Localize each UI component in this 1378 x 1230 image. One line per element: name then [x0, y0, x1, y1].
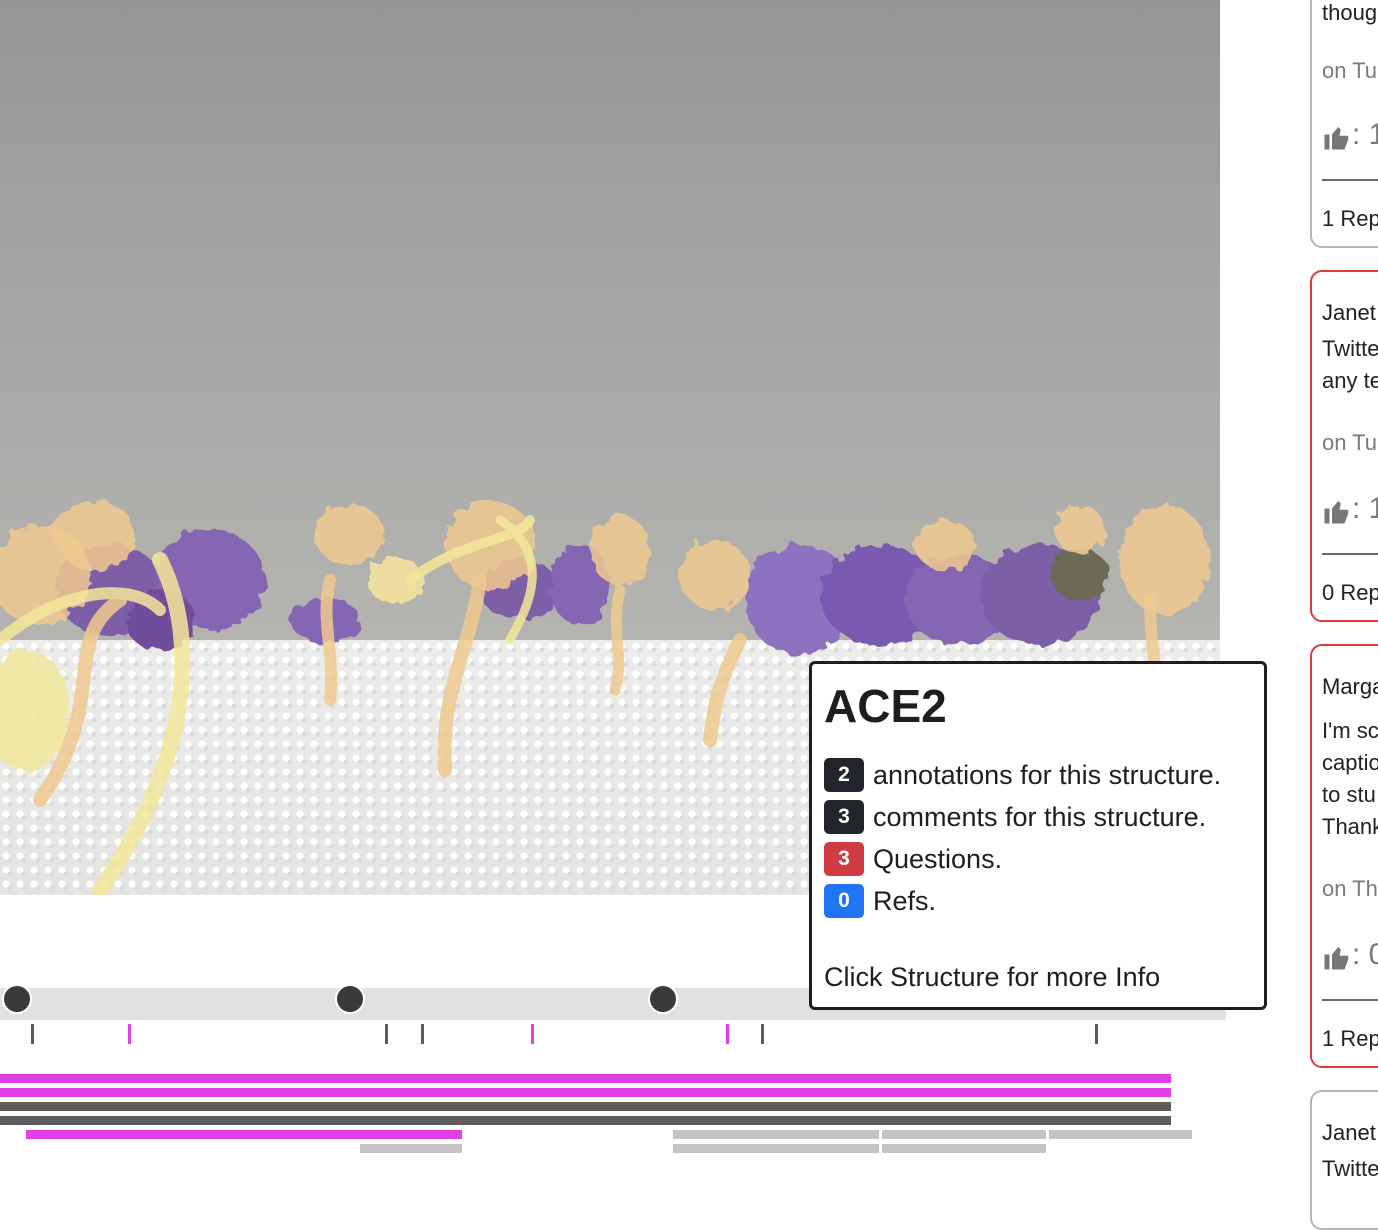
timeline-marker[interactable]	[2, 984, 32, 1014]
structure-info-popup: ACE2 2 annotations for this structure. 3…	[809, 661, 1267, 1010]
reference-span[interactable]	[882, 1144, 1046, 1153]
popup-hint: Click Structure for more Info	[824, 962, 1161, 992]
annotation-span[interactable]	[26, 1130, 462, 1139]
comment-date: on Tu	[1322, 58, 1378, 83]
comment-text: captio	[1322, 750, 1378, 775]
timeline-marker[interactable]	[335, 984, 365, 1014]
comment-tick[interactable]	[761, 1024, 764, 1044]
question-card[interactable]: Marga I'm sc captio to stu Thank on Th :…	[1310, 644, 1378, 1068]
reference-span[interactable]	[360, 1144, 462, 1153]
comment-text: Twitte	[1322, 336, 1378, 361]
comments-label: comments for this structure.	[873, 801, 1207, 832]
comment-span[interactable]	[0, 1116, 1171, 1125]
annotations-row: 2 annotations for this structure.	[824, 754, 1252, 796]
divider	[1322, 553, 1378, 555]
reference-span[interactable]	[1049, 1130, 1192, 1139]
comment-card[interactable]: Janet Twitte	[1310, 1090, 1378, 1230]
annotation-span[interactable]	[0, 1074, 1171, 1083]
comment-tick[interactable]	[31, 1024, 34, 1044]
replies-link[interactable]: 0 Rep	[1322, 580, 1378, 606]
comment-text: any te	[1322, 368, 1378, 393]
annotations-count-badge: 2	[824, 758, 864, 792]
questions-count-badge: 3	[824, 842, 864, 876]
question-card[interactable]: Janet Twitte any te on Tu : 1 0 Rep	[1310, 270, 1378, 622]
reference-span[interactable]	[673, 1130, 879, 1139]
questions-row: 3 Questions.	[824, 838, 1252, 880]
reference-span[interactable]	[673, 1144, 879, 1153]
comment-text: Twitte	[1322, 1156, 1378, 1181]
comment-tick[interactable]	[421, 1024, 424, 1044]
comment-span[interactable]	[0, 1102, 1171, 1111]
refs-label: Refs.	[873, 885, 937, 916]
replies-link[interactable]: 1 Rep	[1322, 1026, 1378, 1052]
thumbs-up-icon[interactable]	[1322, 942, 1352, 972]
divider	[1322, 999, 1378, 1001]
timeline-marker[interactable]	[648, 984, 678, 1014]
annotations-label: annotations for this structure.	[873, 759, 1222, 790]
thumbs-up-icon[interactable]	[1322, 122, 1352, 152]
annotation-span[interactable]	[0, 1088, 1171, 1097]
like-count: : 0	[1352, 938, 1378, 971]
comment-author: Janet	[1322, 1120, 1376, 1145]
comment-card[interactable]: thoug on Tu : 1 1 Rep	[1310, 0, 1378, 248]
refs-count-badge: 0	[824, 884, 864, 918]
comment-author: Janet	[1322, 300, 1376, 325]
structure-title: ACE2	[824, 680, 947, 732]
comments-row: 3 comments for this structure.	[824, 796, 1252, 838]
comments-count-badge: 3	[824, 800, 864, 834]
divider	[1322, 179, 1378, 181]
comment-date: on Th	[1322, 876, 1378, 901]
comment-text: thoug	[1322, 0, 1378, 25]
replies-link[interactable]: 1 Rep	[1322, 206, 1378, 232]
annotation-tick[interactable]	[128, 1024, 131, 1044]
questions-label: Questions.	[873, 843, 1003, 874]
annotation-tick[interactable]	[531, 1024, 534, 1044]
comment-author: Marga	[1322, 674, 1378, 699]
comment-text: Thank	[1322, 814, 1378, 839]
comment-date: on Tu	[1322, 430, 1378, 455]
like-count: : 1	[1352, 118, 1378, 151]
comment-tick[interactable]	[385, 1024, 388, 1044]
reference-span[interactable]	[882, 1130, 1046, 1139]
comment-tick[interactable]	[1095, 1024, 1098, 1044]
thumbs-up-icon[interactable]	[1322, 496, 1352, 526]
like-count: : 1	[1352, 492, 1378, 525]
annotation-tick[interactable]	[726, 1024, 729, 1044]
comment-text: to stu	[1322, 782, 1376, 807]
refs-row: 0 Refs.	[824, 880, 1252, 922]
comment-text: I'm sc	[1322, 718, 1378, 743]
